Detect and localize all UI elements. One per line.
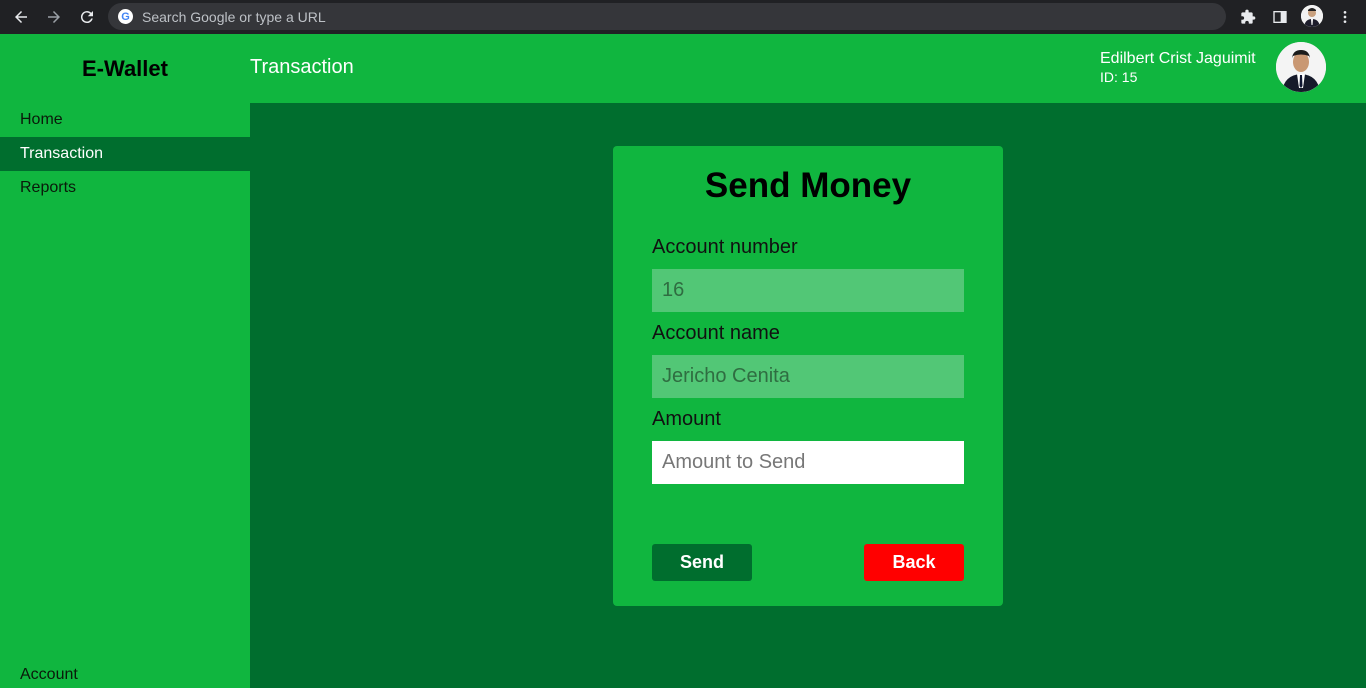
account-name-field[interactable] [652,355,964,398]
sidebar: E-Wallet Home Transaction Reports Accoun… [0,34,250,688]
page-title: Transaction [250,56,354,78]
google-icon: G [118,9,133,24]
side-panel-icon[interactable] [1270,7,1290,27]
amount-label: Amount [652,408,721,430]
sidebar-item-label: Reports [20,179,77,196]
send-button[interactable]: Send [652,544,752,581]
account-name-label: Account name [652,322,780,344]
sidebar-item-account[interactable]: Account [20,666,78,684]
account-number-field[interactable] [652,269,964,312]
sidebar-item-transaction[interactable]: Transaction [0,137,250,171]
user-name: Edilbert Crist Jaguimit [1100,50,1256,67]
profile-icon[interactable] [1301,5,1323,27]
sidebar-item-label: Home [20,111,63,128]
avatar[interactable] [1276,42,1326,92]
address-bar[interactable]: G Search Google or type a URL [108,3,1226,30]
address-bar-placeholder: Search Google or type a URL [142,9,326,25]
browser-toolbar: G Search Google or type a URL [0,0,1366,34]
reload-icon[interactable] [75,5,99,29]
sidebar-item-home[interactable]: Home [0,103,250,137]
account-number-label: Account number [652,236,798,258]
brand-logo: E-Wallet [82,55,168,81]
top-header: Transaction Edilbert Crist Jaguimit ID: … [250,34,1366,103]
forward-icon[interactable] [42,5,66,29]
form-title: Send Money [704,166,912,205]
more-icon[interactable] [1335,7,1355,27]
back-button[interactable]: Back [864,544,964,581]
send-money-card: Send Money Account number Account name A… [613,146,1003,606]
back-icon[interactable] [9,5,33,29]
extensions-icon[interactable] [1238,7,1258,27]
sidebar-item-label: Transaction [20,145,103,162]
user-id: ID: 15 [1100,69,1138,85]
amount-field[interactable] [652,441,964,484]
sidebar-item-reports[interactable]: Reports [0,171,250,205]
